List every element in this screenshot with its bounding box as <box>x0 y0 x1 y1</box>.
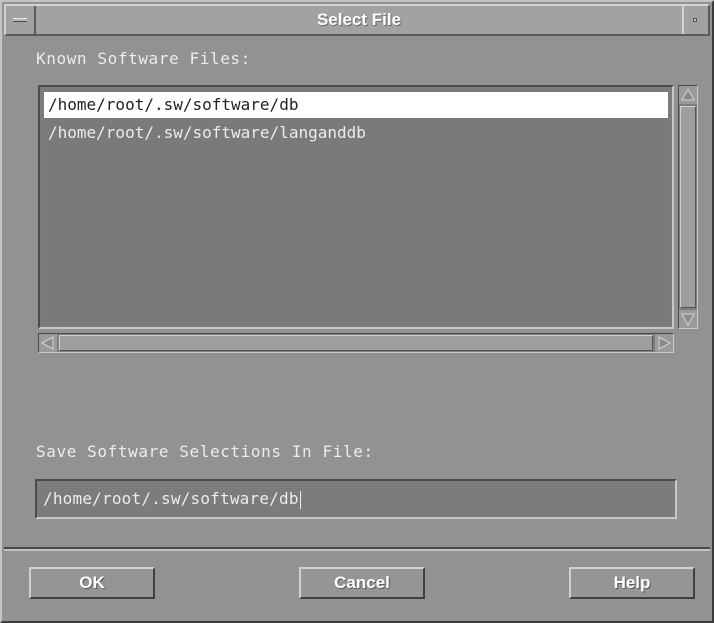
scroll-down-arrow-icon[interactable] <box>679 310 697 328</box>
scroll-up-arrow-icon[interactable] <box>679 86 697 104</box>
cancel-button[interactable]: Cancel <box>299 567 425 599</box>
horizontal-scrollbar[interactable] <box>38 333 674 353</box>
list-item[interactable]: /home/root/.sw/software/db <box>44 92 668 118</box>
maximize-icon <box>693 18 697 22</box>
list-viewport: /home/root/.sw/software/db /home/root/.s… <box>42 89 670 325</box>
scroll-left-arrow-icon[interactable] <box>39 334 57 352</box>
maximize-button[interactable] <box>682 6 708 34</box>
window-title: Select File <box>316 10 402 29</box>
known-files-list[interactable]: /home/root/.sw/software/db /home/root/.s… <box>38 85 674 329</box>
help-button[interactable]: Help <box>569 567 695 599</box>
window-menu-icon <box>13 18 27 22</box>
separator <box>4 547 710 551</box>
scroll-right-arrow-icon[interactable] <box>655 334 673 352</box>
horizontal-scroll-thumb[interactable] <box>59 335 653 351</box>
window-menu-button[interactable] <box>6 6 36 34</box>
known-files-label: Known Software Files: <box>36 49 251 68</box>
title-bar[interactable]: Select File <box>4 4 710 36</box>
save-file-input[interactable]: /home/root/.sw/software/db <box>35 479 677 519</box>
list-item[interactable]: /home/root/.sw/software/langanddb <box>44 120 668 146</box>
vertical-scrollbar[interactable] <box>678 85 698 329</box>
save-file-value: /home/root/.sw/software/db <box>43 489 299 508</box>
ok-button[interactable]: OK <box>29 567 155 599</box>
select-file-dialog: Select File Known Software Files: /home/… <box>0 0 714 623</box>
save-selections-label: Save Software Selections In File: <box>36 442 374 461</box>
text-cursor <box>299 490 301 509</box>
vertical-scroll-thumb[interactable] <box>680 106 696 308</box>
